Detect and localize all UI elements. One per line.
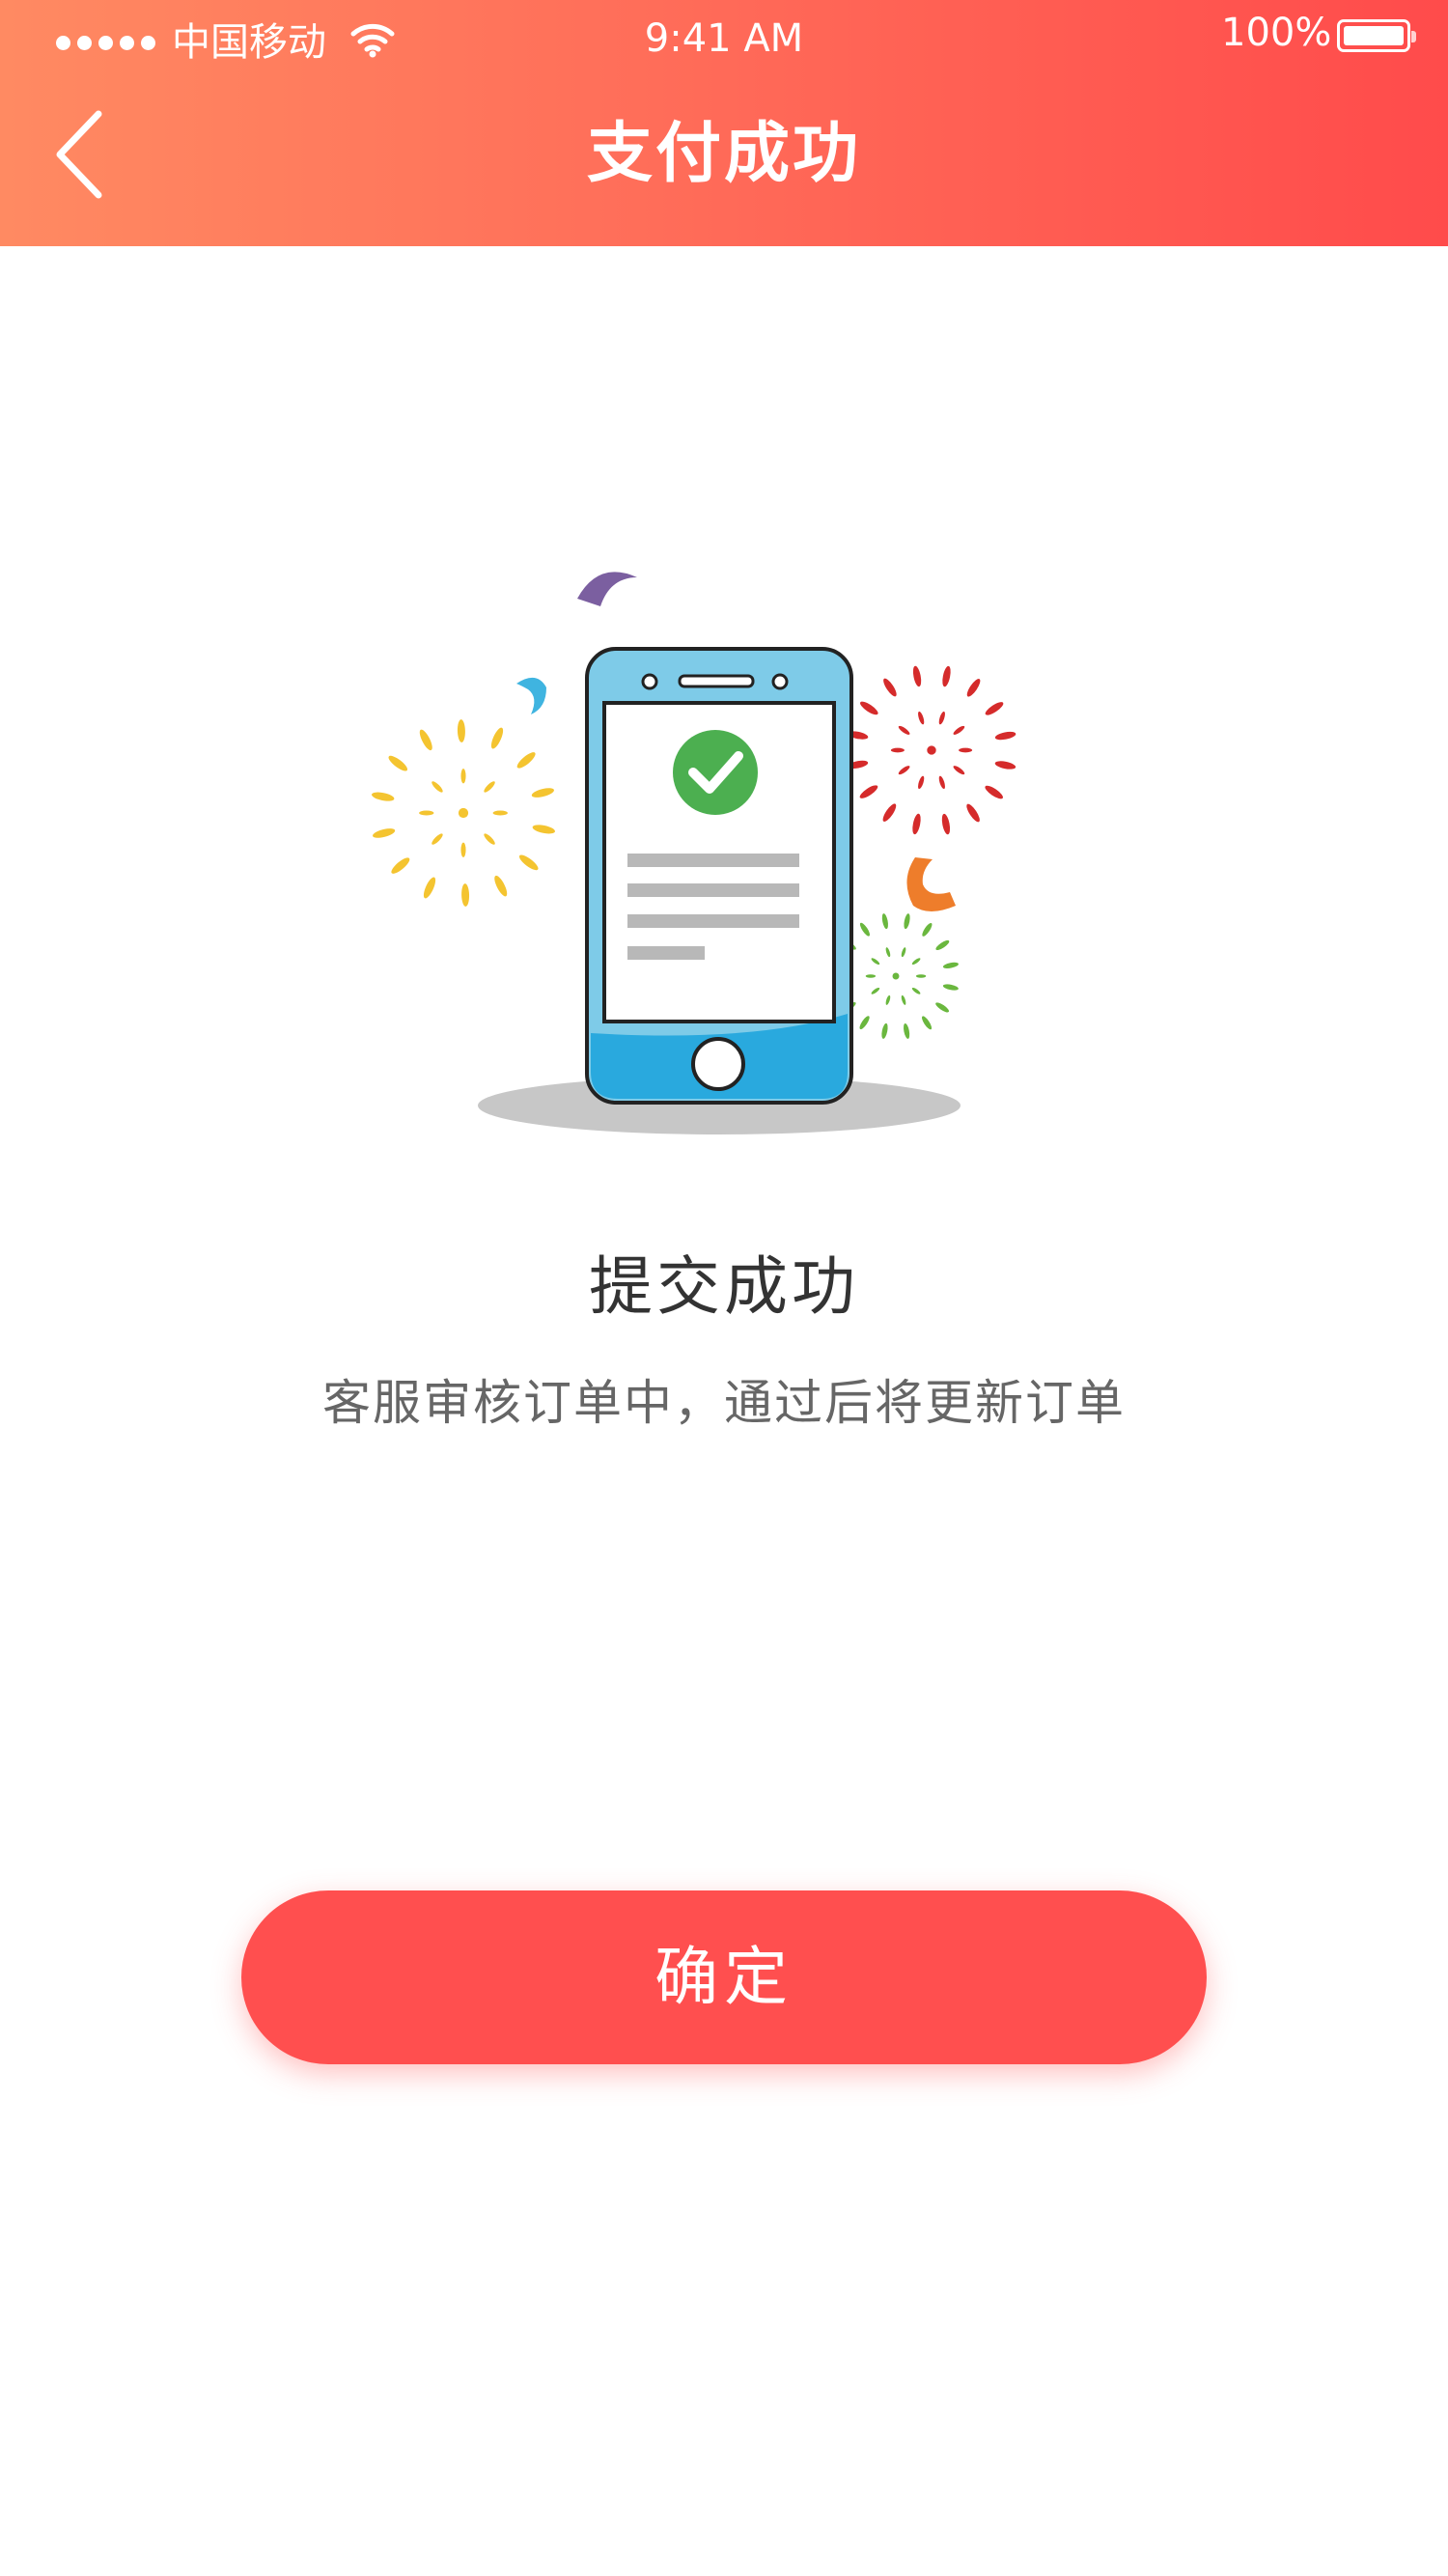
check-circle-icon xyxy=(673,730,758,815)
header: 中国移动 9:41 AM 100% 支付成功 xyxy=(0,0,1448,246)
page-title: 支付成功 xyxy=(586,116,861,192)
confirm-button[interactable]: 确定 xyxy=(241,1890,1207,2064)
payment-success-illustration xyxy=(372,572,1016,1134)
firework-red-icon xyxy=(847,665,1016,835)
battery-icon xyxy=(1337,19,1416,52)
battery-percentage: 100% xyxy=(1221,11,1332,55)
confetti-purple xyxy=(577,572,637,606)
confetti-orange xyxy=(906,857,956,911)
result-title: 提交成功 xyxy=(589,1249,859,1324)
phone-icon xyxy=(585,647,853,1105)
result-description: 客服审核订单中，通过后将更新订单 xyxy=(322,1375,1126,1431)
firework-yellow-icon xyxy=(372,719,555,907)
confetti-blue xyxy=(516,677,546,714)
status-bar: 中国移动 9:41 AM 100% xyxy=(0,0,1448,72)
